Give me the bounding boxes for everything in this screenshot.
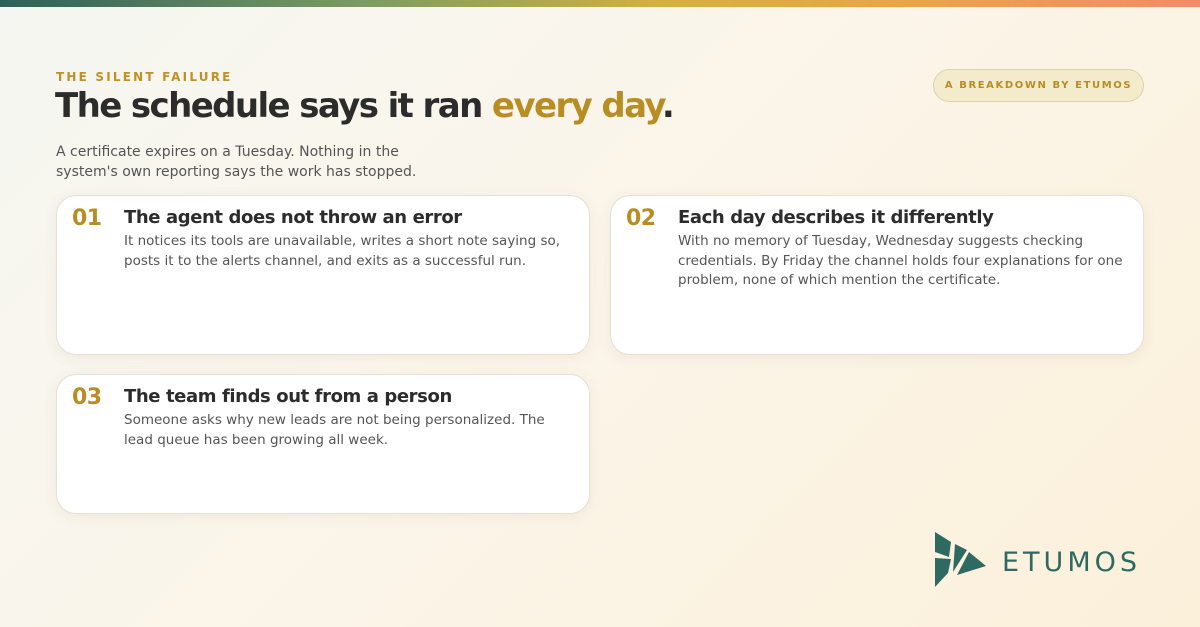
title-accent: every day <box>491 86 664 126</box>
card-number: 03 <box>72 385 102 410</box>
card-03: 03 The team finds out from a person Some… <box>56 374 590 514</box>
brand-name: ETUMOS <box>1002 547 1142 578</box>
etumos-logo-icon <box>935 532 986 587</box>
card-body: Someone asks why new leads are not being… <box>124 412 545 448</box>
card-02: 02 Each day describes it differently Wit… <box>610 195 1144 355</box>
page-title: The schedule says it ran every day. <box>55 86 675 126</box>
card-title: The agent does not throw an error <box>124 207 462 228</box>
top-gradient-bar <box>0 0 1200 7</box>
title-end: . <box>661 86 675 126</box>
eyebrow-label: THE SILENT FAILURE <box>56 70 233 84</box>
card-body: It notices its tools are unavailable, wr… <box>124 233 561 269</box>
title-main: The schedule says it ran <box>55 86 492 126</box>
card-title: Each day describes it differently <box>678 207 994 228</box>
breakdown-badge: A BREAKDOWN BY ETUMOS <box>933 69 1144 102</box>
subtitle: A certificate expires on a Tuesday. Noth… <box>56 144 417 180</box>
card-body: With no memory of Tuesday, Wednesday sug… <box>678 233 1123 288</box>
card-number: 01 <box>72 206 102 231</box>
card-title: The team finds out from a person <box>124 386 452 407</box>
card-number: 02 <box>626 206 656 231</box>
card-01: 01 The agent does not throw an error It … <box>56 195 590 355</box>
